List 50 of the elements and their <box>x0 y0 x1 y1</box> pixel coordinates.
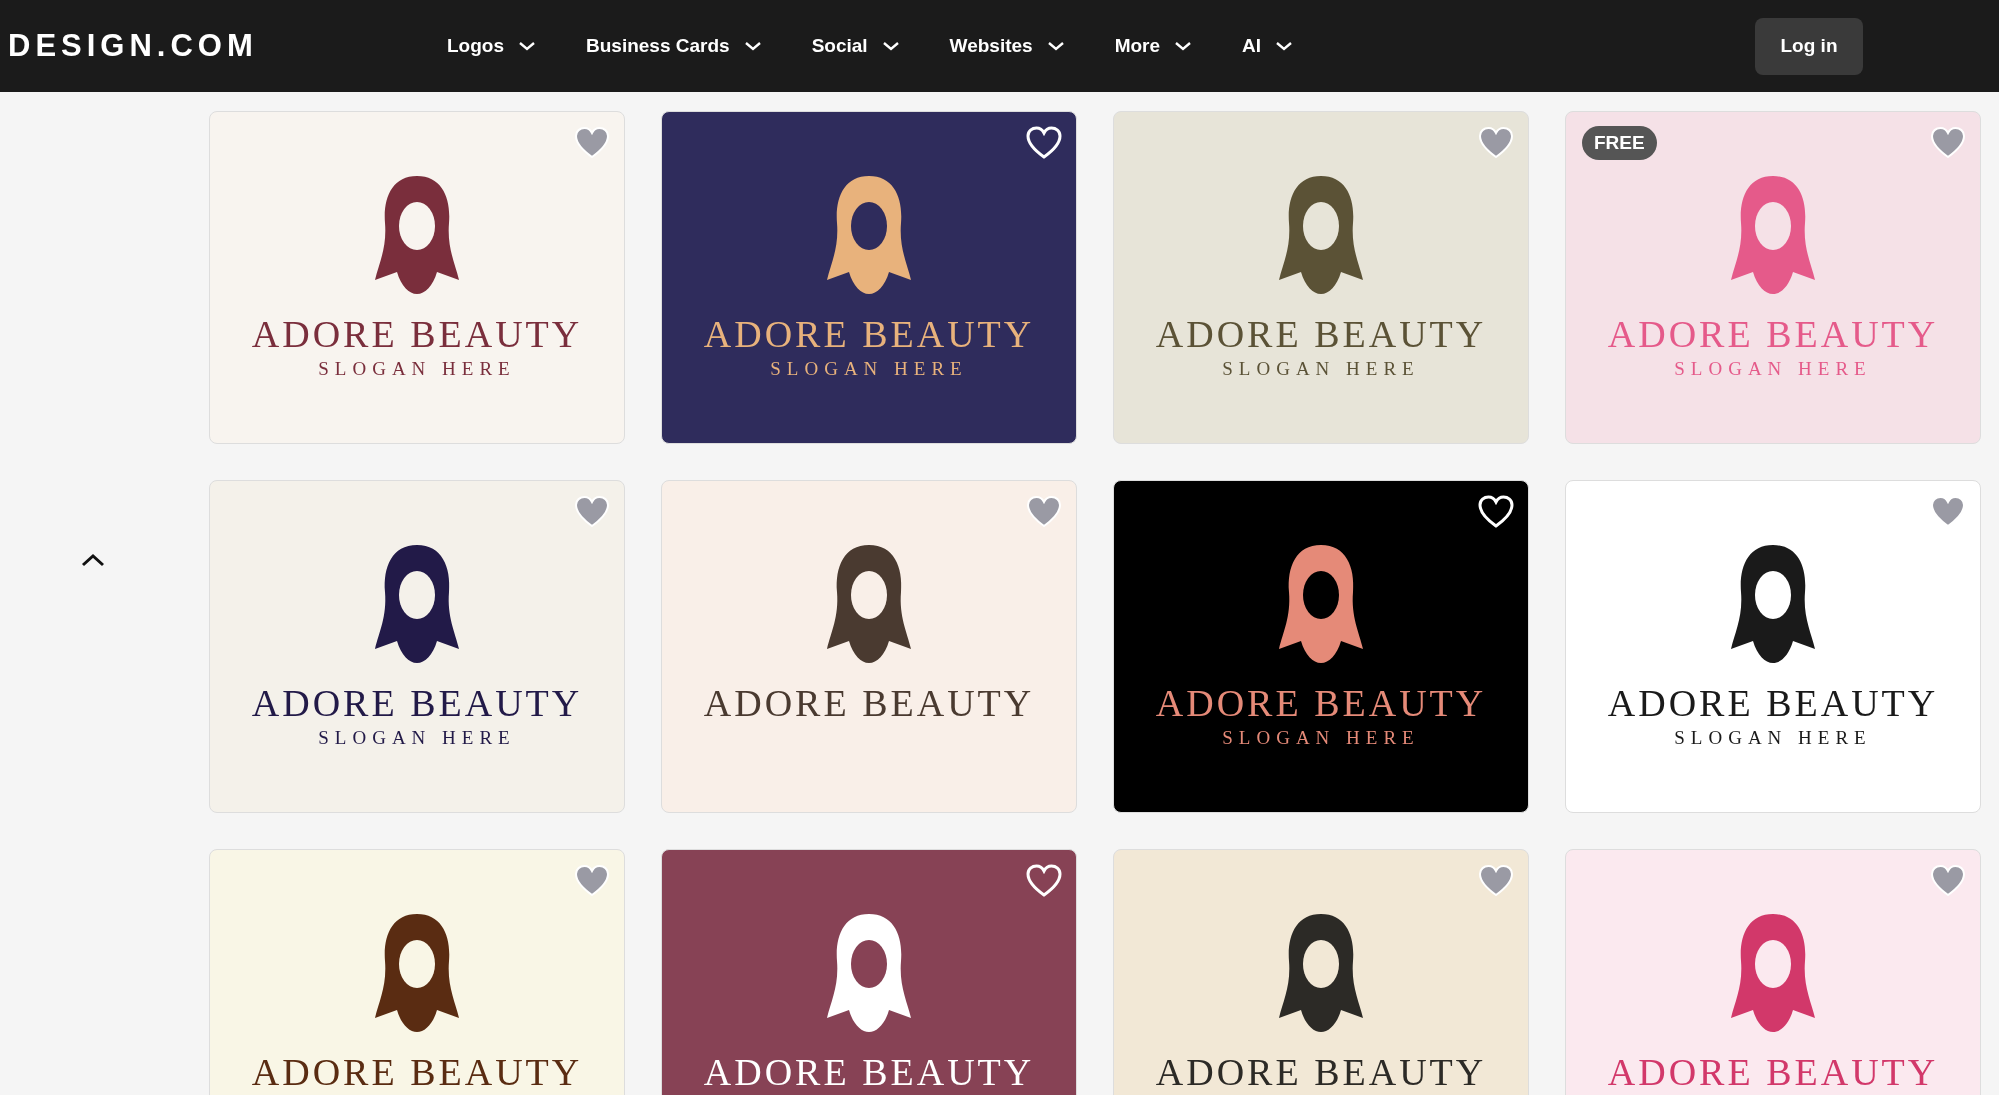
login-button[interactable]: Log in <box>1755 17 1863 75</box>
logo-title: ADORE BEAUTY <box>1607 681 1939 725</box>
logo-card[interactable]: ADORE BEAUTY SLOGAN HERE <box>209 480 625 813</box>
logo-card[interactable]: ADORE BEAUTY SLOGAN HERE <box>1113 480 1529 813</box>
scroll-up-icon[interactable] <box>79 552 106 568</box>
logo-title: ADORE BEAUTY <box>703 1050 1035 1094</box>
logo-card[interactable]: ADORE BEAUTY <box>1113 849 1529 1095</box>
logo-card[interactable]: ADORE BEAUTY SLOGAN HERE <box>1113 111 1529 444</box>
logo-title: ADORE BEAUTY <box>1607 1050 1939 1094</box>
nav-menu[interactable]: Business Cards <box>586 35 762 57</box>
logo-card[interactable]: ADORE BEAUTY <box>661 849 1077 1095</box>
logo-slogan: SLOGAN HERE <box>318 727 516 749</box>
chevron-down-icon <box>743 40 762 52</box>
logo-slogan: SLOGAN HERE <box>1222 727 1420 749</box>
logo-card[interactable]: ADORE BEAUTY SLOGAN HERE <box>1565 480 1981 813</box>
free-badge: FREE <box>1582 126 1657 160</box>
chevron-down-icon <box>1174 40 1193 52</box>
chevron-down-icon <box>1046 40 1065 52</box>
site-logo[interactable]: DESIGN.COM <box>8 28 447 64</box>
chevron-down-icon <box>881 40 900 52</box>
logo-title: ADORE BEAUTY <box>703 681 1035 725</box>
chevron-down-icon <box>1275 40 1294 52</box>
logo-title: ADORE BEAUTY <box>703 312 1035 356</box>
logo-card[interactable]: ADORE BEAUTY SLOGAN HERE <box>209 111 625 444</box>
logo-title: ADORE BEAUTY <box>1155 681 1487 725</box>
chevron-down-icon <box>518 40 536 52</box>
logo-slogan: SLOGAN HERE <box>770 358 968 380</box>
logo-slogan: SLOGAN HERE <box>1674 727 1872 749</box>
nav-menu[interactable]: AI <box>1242 35 1294 57</box>
nav-menu[interactable]: Logos <box>447 35 536 57</box>
logo-title: ADORE BEAUTY <box>1607 312 1939 356</box>
logo-title: ADORE BEAUTY <box>1155 1050 1487 1094</box>
logo-slogan: SLOGAN HERE <box>1674 358 1872 380</box>
logo-title: ADORE BEAUTY <box>1155 312 1487 356</box>
nav-menu[interactable]: More <box>1114 35 1193 57</box>
heart-icon[interactable] <box>1026 864 1062 898</box>
logo-slogan: SLOGAN HERE <box>1222 358 1420 380</box>
nav-menu[interactable]: Websites <box>949 35 1065 57</box>
logo-card[interactable]: ADORE BEAUTY SLOGAN HERE <box>661 111 1077 444</box>
logo-title: ADORE BEAUTY <box>251 1050 583 1094</box>
logo-card[interactable]: FREE ADORE BEAUTY SLOGAN HERE <box>1565 111 1981 444</box>
heart-icon[interactable] <box>1478 495 1514 529</box>
logo-card[interactable]: ADORE BEAUTY <box>1565 849 1981 1095</box>
nav-menu[interactable]: Social <box>811 35 900 57</box>
logo-card[interactable]: ADORE BEAUTY <box>661 480 1077 813</box>
heart-icon[interactable] <box>1026 126 1062 160</box>
logo-title: ADORE BEAUTY <box>251 681 583 725</box>
logo-card[interactable]: ADORE BEAUTY <box>209 849 625 1095</box>
logo-slogan: SLOGAN HERE <box>318 358 516 380</box>
logo-title: ADORE BEAUTY <box>251 312 583 356</box>
